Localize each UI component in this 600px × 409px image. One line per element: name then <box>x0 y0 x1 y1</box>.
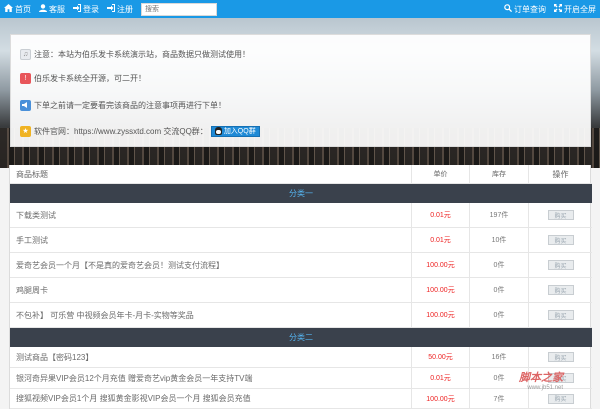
join-qq-group-label: 加入QQ群 <box>223 128 256 135</box>
bell-icon: ♫ <box>20 48 31 60</box>
table-row: 不包补】 可乐营 中视频会员年卡-月卡-实物等奖品 100.00元 0件 购买 <box>10 303 592 328</box>
buy-button[interactable]: 购买 <box>547 393 574 404</box>
table-row: 搜狐视频VIP会员1个月 搜狐黄金影视VIP会员一个月 搜狐会员充值 100.0… <box>10 389 592 409</box>
action-cell: 购买 <box>529 203 592 227</box>
category-header: 分类二 <box>10 328 592 347</box>
table-row: 爱奇艺会员一个月【不是真的爱奇艺会员！测试支付流程】 100.00元 0件 购买 <box>10 253 592 278</box>
notice-text: 软件官网：https://www.zyssxtd.com 交流QQ群： <box>34 126 208 136</box>
home-icon <box>4 4 13 14</box>
notice-row-3: 下单之前请一定要看完该商品的注意事项再进行下单！ <box>20 98 226 112</box>
buy-button[interactable]: 购买 <box>547 285 574 295</box>
table-row: 鸡腿周卡 100.00元 0件 购买 <box>10 278 592 303</box>
table-row: 银河奇异果VIP会员12个月充值 赠爱奇艺vip黄金会员一年支持TV端 0.01… <box>10 368 592 389</box>
register-icon <box>107 4 115 14</box>
product-title[interactable]: 测试商品【密码123】 <box>10 347 412 367</box>
expand-icon <box>554 4 562 14</box>
nav-fullscreen[interactable]: 开启全屏 <box>550 0 600 18</box>
nav-service-label: 客服 <box>49 4 65 14</box>
header-action: 操作 <box>552 169 569 179</box>
table-header: 商品标题 单价 库存 操作 <box>10 165 592 184</box>
header-title: 商品标题 <box>10 165 412 183</box>
nav-order-query-label: 订单查询 <box>514 4 546 14</box>
product-price: 100.00元 <box>412 303 470 327</box>
nav-order-query[interactable]: 订单查询 <box>500 0 550 18</box>
product-stock: 7件 <box>470 389 529 408</box>
category-header: 分类一 <box>10 184 592 203</box>
product-stock: 16件 <box>470 347 529 367</box>
product-stock: 0件 <box>470 303 529 327</box>
product-stock: 197件 <box>470 203 529 227</box>
action-cell: 购买 <box>529 347 592 367</box>
action-cell: 购买 <box>529 389 592 408</box>
star-icon: ★ <box>20 125 31 137</box>
notice-text: 伯乐发卡系统全开源，可二开！ <box>34 73 146 83</box>
product-stock: 10件 <box>470 228 529 252</box>
action-cell: 购买 <box>529 303 592 327</box>
product-table: 商品标题 单价 库存 操作 分类一 下载类测试 0.01元 197件 购买 手工… <box>9 165 592 409</box>
product-stock: 0件 <box>470 253 529 277</box>
product-title[interactable]: 搜狐视频VIP会员1个月 搜狐黄金影视VIP会员一个月 搜狐会员充值 <box>10 389 412 408</box>
product-title[interactable]: 手工测试 <box>10 228 412 252</box>
product-price: 100.00元 <box>412 389 470 408</box>
product-title[interactable]: 爱奇艺会员一个月【不是真的爱奇艺会员！测试支付流程】 <box>10 253 412 277</box>
nav-service[interactable]: 客服 <box>35 0 69 18</box>
product-price: 0.01元 <box>412 368 470 388</box>
nav-login-label: 登录 <box>83 4 99 14</box>
login-icon <box>73 4 81 14</box>
buy-button[interactable]: 购买 <box>547 310 574 320</box>
notice-row-2: ! 伯乐发卡系统全开源，可二开！ <box>20 71 146 85</box>
megaphone-icon <box>20 99 31 111</box>
user-icon <box>39 4 47 14</box>
nav-fullscreen-label: 开启全屏 <box>564 4 596 14</box>
top-navbar: 首页 客服 登录 注册 订单查询 开启全屏 <box>0 0 600 18</box>
notice-row-1: ♫ 注意：本站为伯乐发卡系统演示站，商品数据只做测试使用！ <box>20 47 250 61</box>
action-cell: 购买 <box>529 228 592 252</box>
search-input[interactable] <box>141 2 217 16</box>
buy-button[interactable]: 购买 <box>547 352 574 362</box>
qq-penguin-icon <box>214 127 222 135</box>
search-icon <box>504 4 513 14</box>
watermark-url: www.jb51.net <box>527 385 563 391</box>
product-title[interactable]: 不包补】 可乐营 中视频会员年卡-月卡-实物等奖品 <box>10 303 412 327</box>
table-row: 测试商品【密码123】 50.00元 16件 购买 <box>10 347 592 368</box>
product-title[interactable]: 银河奇异果VIP会员12个月充值 赠爱奇艺vip黄金会员一年支持TV端 <box>10 368 412 388</box>
notice-row-4: ★ 软件官网：https://www.zyssxtd.com 交流QQ群： 加入… <box>20 124 260 138</box>
nav-home-label: 首页 <box>15 4 31 14</box>
nav-login[interactable]: 登录 <box>69 0 103 18</box>
product-price: 0.01元 <box>412 203 470 227</box>
notice-panel: ♫ 注意：本站为伯乐发卡系统演示站，商品数据只做测试使用！ ! 伯乐发卡系统全开… <box>10 34 591 147</box>
action-cell: 购买 <box>529 278 592 302</box>
nav-register[interactable]: 注册 <box>103 0 137 18</box>
product-price: 100.00元 <box>412 253 470 277</box>
product-title[interactable]: 鸡腿周卡 <box>10 278 412 302</box>
nav-register-label: 注册 <box>117 4 133 14</box>
action-cell: 购买 <box>529 253 592 277</box>
join-qq-group-button[interactable]: 加入QQ群 <box>210 125 260 137</box>
site-watermark: 脚本之家 www.jb51.net <box>519 369 563 391</box>
product-price: 50.00元 <box>412 347 470 367</box>
buy-button[interactable]: 购买 <box>547 260 574 270</box>
notice-text: 下单之前请一定要看完该商品的注意事项再进行下单！ <box>34 100 226 110</box>
product-stock: 0件 <box>470 278 529 302</box>
watermark-title: 脚本之家 <box>519 371 563 384</box>
product-price: 100.00元 <box>412 278 470 302</box>
buy-button[interactable]: 购买 <box>547 210 574 220</box>
notice-text: 注意：本站为伯乐发卡系统演示站，商品数据只做测试使用！ <box>34 49 250 59</box>
product-title[interactable]: 下载类测试 <box>10 203 412 227</box>
nav-home[interactable]: 首页 <box>0 0 35 18</box>
table-row: 下载类测试 0.01元 197件 购买 <box>10 203 592 228</box>
header-price: 单价 <box>412 165 470 183</box>
info-icon: ! <box>20 72 31 84</box>
header-stock: 库存 <box>470 165 529 183</box>
buy-button[interactable]: 购买 <box>547 235 574 245</box>
table-row: 手工测试 0.01元 10件 购买 <box>10 228 592 253</box>
product-price: 0.01元 <box>412 228 470 252</box>
